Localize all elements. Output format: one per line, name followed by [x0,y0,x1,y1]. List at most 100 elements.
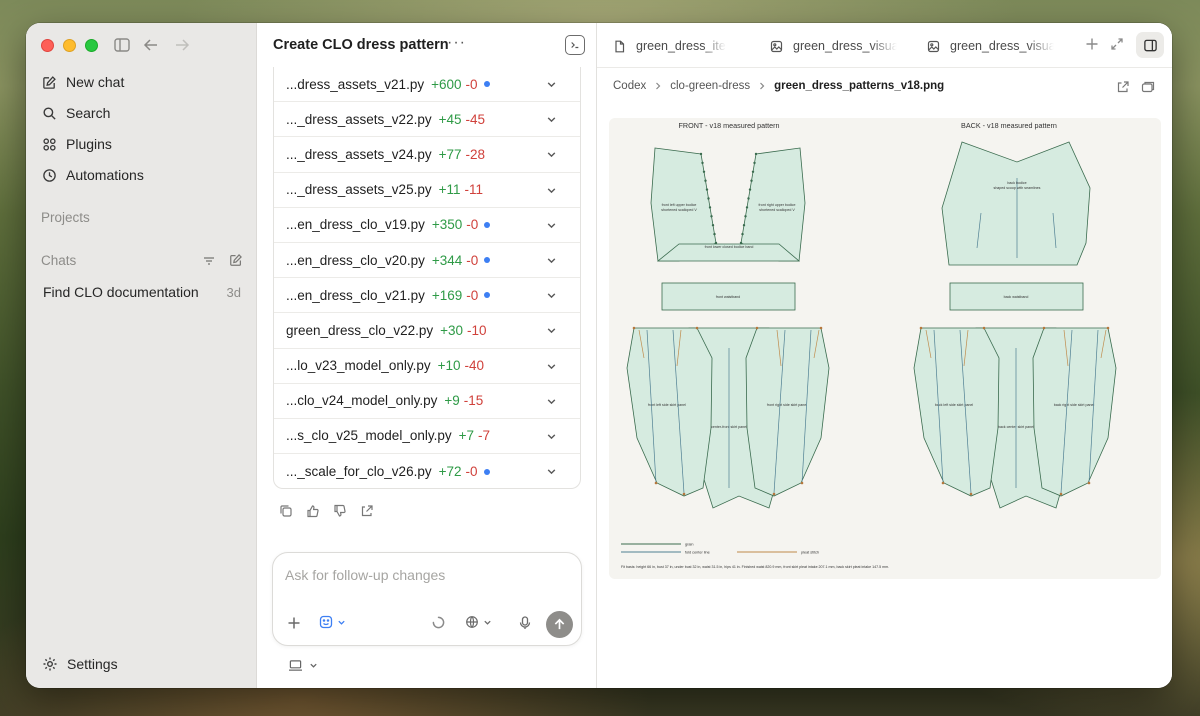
thumbs-down-icon[interactable] [333,504,347,518]
changed-file-row[interactable]: ...en_dress_clo_v21.py +169 -0 [274,278,580,314]
changed-file-row[interactable]: ..._dress_assets_v24.py +77 -28 [274,137,580,173]
back-right-skirt-label: back right side skirt panel [1054,403,1095,407]
chevron-right-icon [760,82,765,90]
unsaved-dot-icon [484,257,491,264]
chevron-down-icon[interactable] [546,396,557,407]
seam-dot [753,161,756,165]
new-tab-icon[interactable] [1084,36,1100,52]
tab-green-dress-iterations[interactable]: green_dress_iterations [613,35,726,57]
reasoning-picker[interactable] [465,615,492,629]
forward-arrow-icon[interactable] [172,35,192,55]
seam-dot [754,152,758,156]
changed-file-row[interactable]: ...lo_v23_model_only.py +10 -40 [274,349,580,384]
reveal-folder-icon[interactable] [1141,80,1156,94]
sidebar-toggle-icon[interactable] [112,35,132,55]
changed-file-row[interactable]: ...clo_v24_model_only.py +9 -15 [274,384,580,419]
lines-removed: -0 [465,76,478,92]
front-right-skirt-label: front right side skirt panel [767,403,807,407]
chat-item-find-clo-documentation[interactable]: Find CLO documentation 3d [35,278,248,306]
send-button[interactable] [546,611,573,638]
file-name: ...en_dress_clo_v21.py [286,287,425,303]
changed-file-row[interactable]: ...en_dress_clo_v19.py +350 -0 [274,208,580,243]
chevron-down-icon[interactable] [546,79,557,90]
lines-removed: -28 [465,146,486,162]
pattern-footnote: Fit basis: height 66 in, bust 37 in, und… [621,565,889,569]
filter-icon[interactable] [202,254,216,268]
environment-picker[interactable] [288,659,318,672]
chevron-right-icon [656,82,661,90]
chevron-down-icon[interactable] [546,149,557,160]
changed-file-row[interactable]: ..._scale_for_clo_v26.py +72 -0 [274,454,580,488]
changed-file-row[interactable]: ...s_clo_v25_model_only.py +7 -7 [274,419,580,455]
chevron-down-icon[interactable] [546,290,557,301]
lines-added: +344 [431,252,463,268]
chevron-down-icon[interactable] [546,325,557,336]
copy-icon[interactable] [279,504,293,518]
zoom-window-button[interactable] [85,39,98,52]
tab-green-dress-visual-v17[interactable]: green_dress_visual_v17 [770,35,897,57]
pleat-dot [1087,481,1091,485]
tab-green-dress-visual-v18[interactable]: green_dress_visual_v18 [927,35,1054,57]
lines-added: +600 [431,76,462,92]
toggle-preview-panel-button[interactable] [1136,32,1164,58]
pleat-dot [819,326,823,330]
changed-file-row[interactable]: ...en_dress_clo_v20.py +344 -0 [274,243,580,279]
nav-plugins[interactable]: Plugins [34,130,249,158]
pleat-dot [941,481,945,485]
chevron-down-icon[interactable] [546,185,557,196]
nav-search[interactable]: Search [34,99,249,127]
breadcrumb-folder[interactable]: clo-green-dress [670,80,750,92]
chevron-down-icon[interactable] [546,114,557,125]
thumbs-up-icon[interactable] [306,504,320,518]
nav-automations[interactable]: Automations [34,161,249,189]
more-options-icon[interactable]: ··· [447,34,466,52]
breadcrumb-root[interactable]: Codex [613,80,646,92]
preview-panel: green_dress_iterations green_dress_visua… [597,23,1172,688]
terminal-icon[interactable] [565,35,585,55]
chevron-down-icon [310,663,317,668]
file-name: ...lo_v23_model_only.py [286,358,431,374]
nav-new-chat[interactable]: New chat [34,68,249,96]
lines-removed: -7 [478,428,491,444]
changed-file-row[interactable]: ...dress_assets_v21.py +600 -0 [274,67,580,103]
back-arrow-icon[interactable] [141,35,161,55]
pleat-dot [800,481,804,485]
microphone-icon[interactable] [519,616,531,630]
file-name: ..._dress_assets_v24.py [286,146,432,162]
arrow-up-icon [554,618,565,630]
lines-added: +9 [444,393,460,409]
lines-removed: -45 [465,111,486,127]
front-left-bodice-sublabel: shortened scalloped V [661,208,697,212]
close-window-button[interactable] [41,39,54,52]
chevron-down-icon[interactable] [546,466,557,477]
lines-removed: -40 [464,358,485,374]
changed-file-row[interactable]: green_dress_clo_v22.py +30 -10 [274,313,580,349]
globe-icon [466,616,478,628]
tab-label: green_dress_visual_v17 [793,39,897,53]
lines-removed: -0 [466,217,479,233]
chevron-down-icon[interactable] [546,255,557,266]
changed-file-row[interactable]: ..._dress_assets_v22.py +45 -45 [274,102,580,138]
chevron-down-icon[interactable] [546,431,557,442]
file-name: ..._dress_assets_v22.py [286,111,432,127]
back-bodice-label: back bodice [1007,181,1026,185]
seam-dot [710,215,713,218]
pleat-dot [969,492,973,496]
share-icon[interactable] [360,504,374,518]
settings-button[interactable]: Settings [35,651,118,677]
changed-file-row[interactable]: ..._dress_assets_v25.py +11 -11 [274,173,580,208]
chevron-down-icon[interactable] [546,361,557,372]
model-picker[interactable] [319,615,346,629]
lines-added: +45 [438,111,462,127]
chat-item-title: Find CLO documentation [43,284,199,300]
new-chat-small-icon[interactable] [229,253,243,267]
tab-label: green_dress_iterations [636,39,726,53]
open-external-icon[interactable] [1116,80,1130,94]
minimize-window-button[interactable] [63,39,76,52]
projects-section-label: Projects [41,210,90,225]
pleat-dot [1106,326,1110,330]
plus-icon[interactable] [287,616,301,630]
expand-icon[interactable] [1109,36,1125,52]
follow-up-input[interactable] [285,567,565,583]
chevron-down-icon[interactable] [546,220,557,231]
